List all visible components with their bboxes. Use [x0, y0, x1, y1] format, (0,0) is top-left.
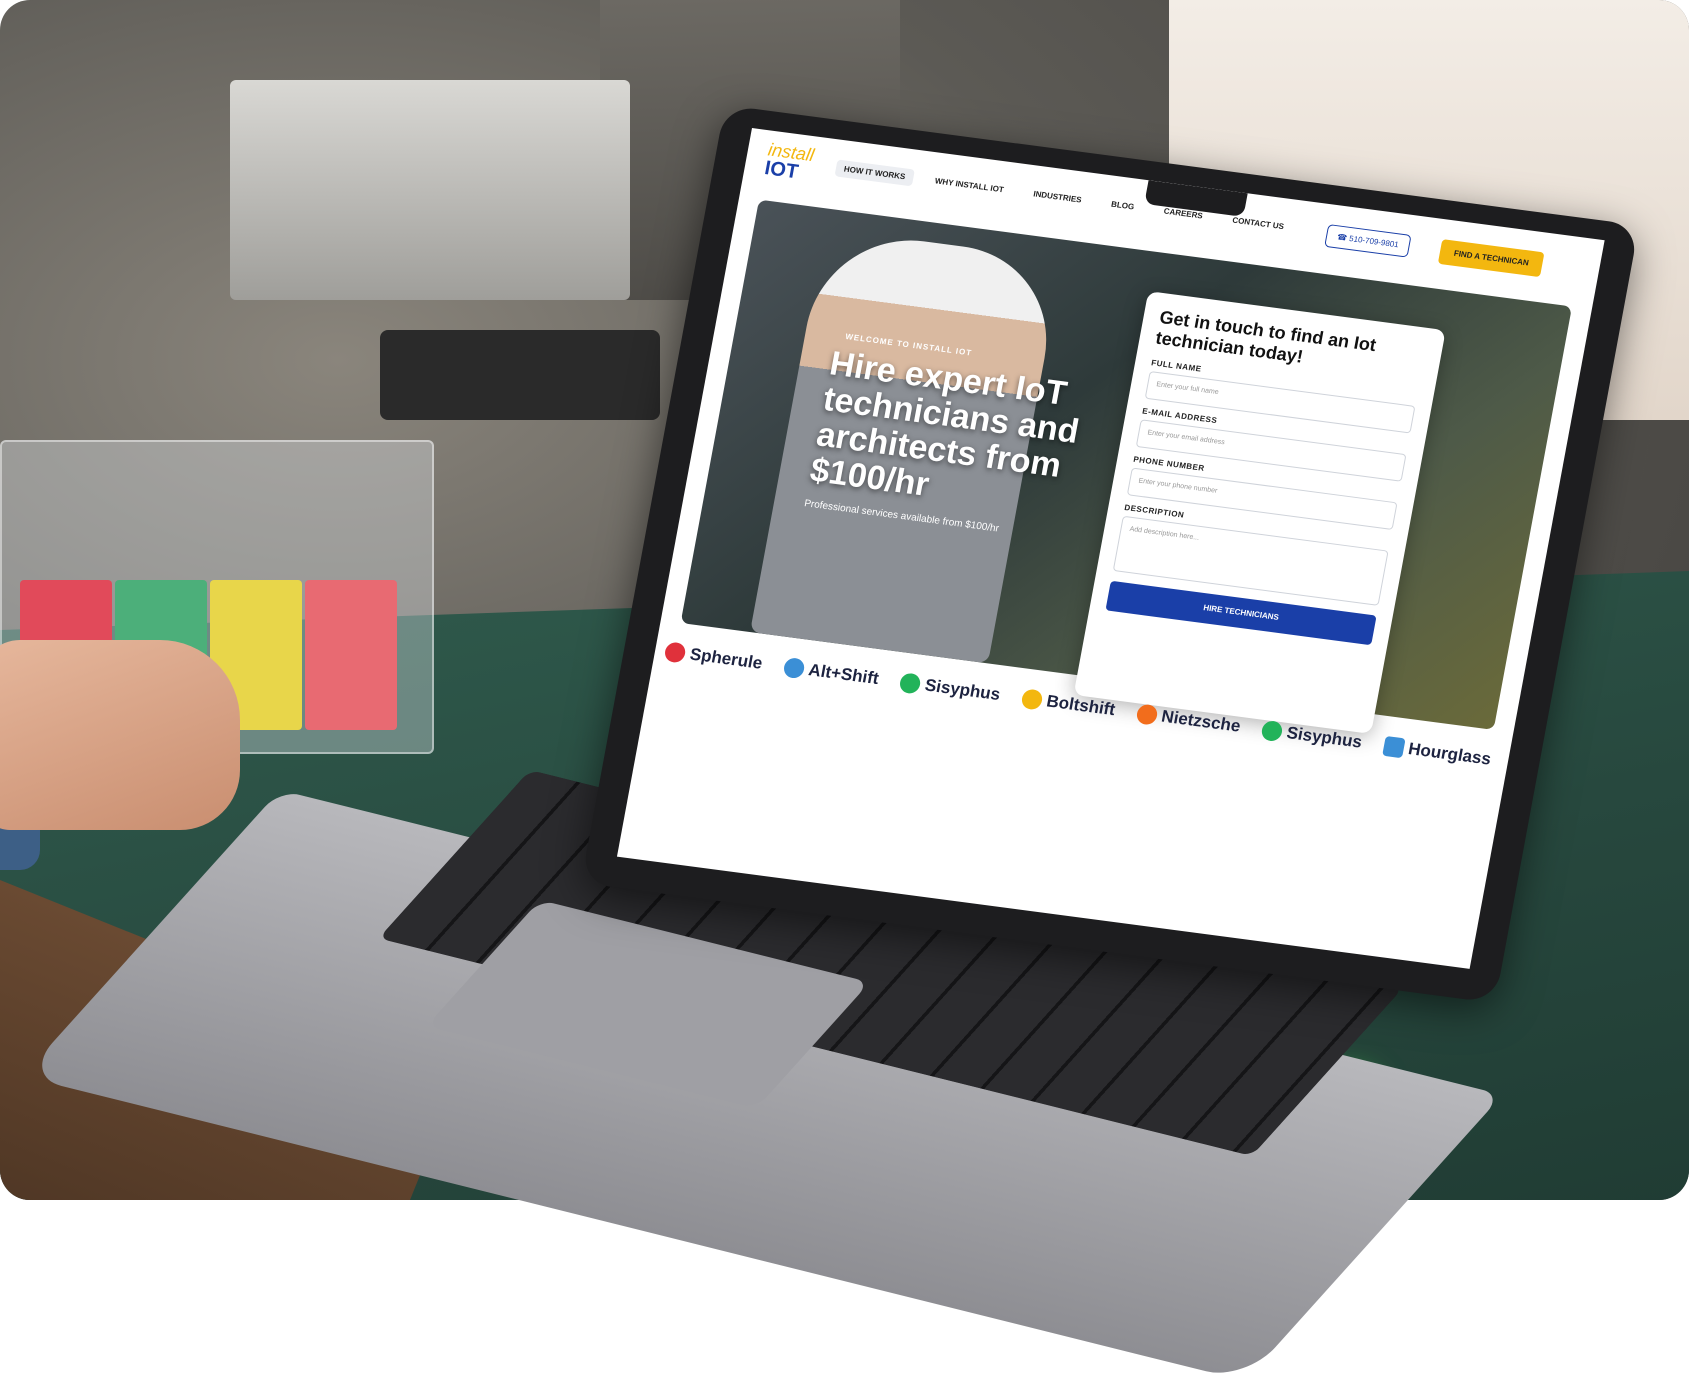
nav-blog[interactable]: BLOG [1102, 195, 1144, 217]
sisyphus-icon [898, 672, 922, 695]
partner-name: Alt+Shift [807, 660, 881, 689]
nav-how-it-works[interactable]: HOW IT WORKS [834, 159, 915, 187]
equipment-case [230, 80, 630, 300]
partner-name: Hourglass [1406, 739, 1493, 769]
laptop-screen: install IOT HOW IT WORKS WHY INSTALL IOT… [616, 128, 1605, 969]
partner-logo: Spherule [663, 641, 764, 673]
boltshift-icon [1019, 688, 1044, 711]
nav-industries[interactable]: INDUSTRIES [1024, 184, 1091, 209]
nietzsche-icon [1134, 703, 1159, 726]
partner-name: Sisyphus [923, 675, 1002, 705]
partner-name: Spherule [688, 644, 764, 673]
partner-logo: Hourglass [1381, 735, 1493, 770]
spherule-icon [663, 641, 687, 664]
black-box [380, 330, 660, 420]
nav-why-install-iot[interactable]: WHY INSTALL IOT [925, 171, 1013, 199]
organizer-bin [305, 580, 397, 730]
find-technician-button[interactable]: FIND A TECHNICAN [1437, 239, 1545, 278]
phone-number: 510-709-9801 [1348, 233, 1400, 250]
partner-logo: Alt+Shift [782, 656, 881, 689]
hand [0, 640, 240, 830]
sisyphus-icon [1260, 719, 1284, 743]
hourglass-icon [1381, 735, 1406, 759]
site-logo[interactable]: install IOT [763, 139, 816, 183]
alt-shift-icon [782, 656, 806, 680]
phone-button[interactable]: ☎ 510-709-9801 [1324, 224, 1412, 258]
partner-logo: Sisyphus [898, 672, 1002, 705]
